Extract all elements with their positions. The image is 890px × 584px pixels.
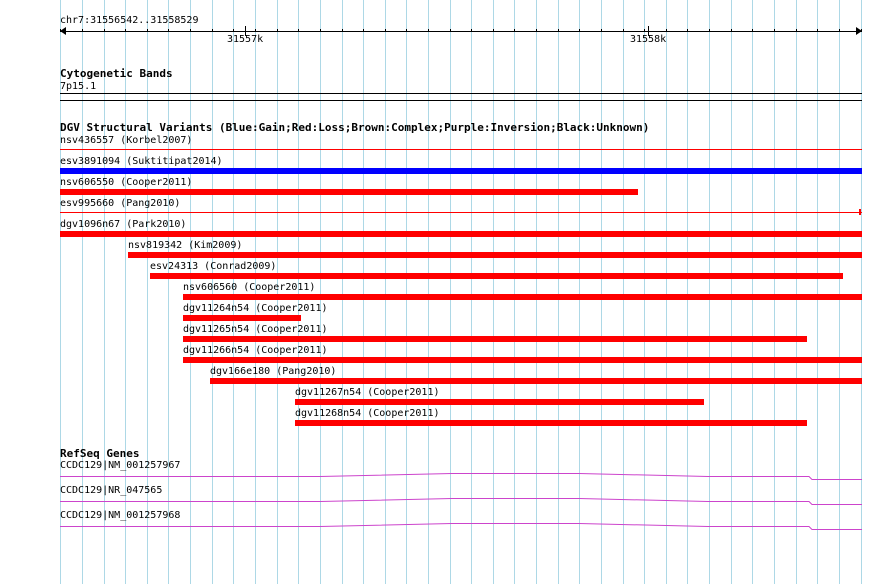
ruler-minor-tick bbox=[623, 29, 624, 32]
variant-bar[interactable] bbox=[128, 252, 862, 258]
ruler-minor-tick bbox=[450, 29, 451, 32]
ruler-minor-tick bbox=[687, 29, 688, 32]
variant-bar[interactable] bbox=[60, 212, 862, 213]
ruler-tick-label: 31557k bbox=[227, 34, 264, 45]
variant-bar[interactable] bbox=[183, 315, 301, 321]
variant-label[interactable]: nsv436557 (Korbel2007) bbox=[60, 135, 192, 147]
ruler-tick-label: 31558k bbox=[630, 34, 667, 45]
ruler-minor-tick bbox=[774, 29, 775, 32]
ruler-minor-tick bbox=[82, 29, 83, 32]
ruler-minor-tick bbox=[233, 29, 234, 32]
ruler-minor-tick bbox=[709, 29, 710, 32]
gene-label[interactable]: CCDC129|NM_001257967 bbox=[60, 460, 180, 472]
ruler-minor-tick bbox=[168, 29, 169, 32]
cytoband-line-top bbox=[60, 93, 862, 94]
variant-label[interactable]: nsv606560 (Cooper2011) bbox=[183, 282, 315, 294]
gene-model-line[interactable] bbox=[60, 498, 862, 505]
variant-bar[interactable] bbox=[183, 336, 807, 342]
ruler-minor-tick bbox=[428, 29, 429, 32]
variant-label[interactable]: dgv11265n54 (Cooper2011) bbox=[183, 324, 328, 336]
variant-label[interactable]: esv24313 (Conrad2009) bbox=[150, 261, 276, 273]
variant-bar[interactable] bbox=[60, 231, 862, 237]
ruler-minor-tick bbox=[731, 29, 732, 32]
gene-model-line[interactable] bbox=[60, 523, 862, 530]
variant-label[interactable]: dgv11268n54 (Cooper2011) bbox=[295, 408, 440, 420]
variant-label[interactable]: dgv166e180 (Pang2010) bbox=[210, 366, 336, 378]
variant-bar[interactable] bbox=[60, 189, 638, 195]
ruler-minor-tick bbox=[493, 29, 494, 32]
gene-label[interactable]: CCDC129|NR_047565 bbox=[60, 485, 162, 497]
ruler-minor-tick bbox=[752, 29, 753, 32]
ruler-minor-tick bbox=[839, 29, 840, 32]
variant-label[interactable]: nsv606550 (Cooper2011) bbox=[60, 177, 192, 189]
ruler-minor-tick bbox=[536, 29, 537, 32]
ruler-minor-tick bbox=[277, 29, 278, 32]
ruler-minor-tick bbox=[666, 29, 667, 32]
ruler-minor-tick bbox=[514, 29, 515, 32]
variant-label[interactable]: nsv819342 (Kim2009) bbox=[128, 240, 242, 252]
variant-bar[interactable] bbox=[150, 273, 843, 279]
dgv-track-title[interactable]: DGV Structural Variants (Blue:Gain;Red:L… bbox=[60, 121, 649, 134]
variant-bar[interactable] bbox=[183, 294, 862, 300]
location-label: chr7:31556542..31558529 bbox=[60, 15, 199, 26]
ruler-minor-tick bbox=[298, 29, 299, 32]
ruler-minor-tick bbox=[861, 29, 862, 32]
variant-label[interactable]: dgv1096n67 (Park2010) bbox=[60, 219, 186, 231]
ruler-minor-tick bbox=[579, 29, 580, 32]
ruler-minor-tick bbox=[320, 29, 321, 32]
cytoband-line-bottom bbox=[60, 100, 862, 101]
ruler-minor-tick bbox=[644, 29, 645, 32]
variant-label[interactable]: dgv11267n54 (Cooper2011) bbox=[295, 387, 440, 399]
ruler-minor-tick bbox=[104, 29, 105, 32]
cytoband-label: 7p15.1 bbox=[60, 81, 97, 92]
variant-label[interactable]: dgv11264n54 (Cooper2011) bbox=[183, 303, 328, 315]
variant-bar[interactable] bbox=[295, 399, 704, 405]
gene-label[interactable]: CCDC129|NM_001257968 bbox=[60, 510, 180, 522]
gene-model-line[interactable] bbox=[60, 473, 862, 480]
variant-bar[interactable] bbox=[295, 420, 807, 426]
variant-label[interactable]: dgv11266n54 (Cooper2011) bbox=[183, 345, 328, 357]
ruler-minor-tick bbox=[796, 29, 797, 32]
variant-bar[interactable] bbox=[210, 378, 862, 384]
ruler-minor-tick bbox=[60, 29, 61, 32]
variant-label[interactable]: esv3891094 (Suktitipat2014) bbox=[60, 156, 223, 168]
ruler-minor-tick bbox=[558, 29, 559, 32]
ruler-minor-tick bbox=[212, 29, 213, 32]
variant-end-cap bbox=[859, 209, 861, 215]
cytoband-track-title[interactable]: Cytogenetic Bands bbox=[60, 67, 173, 80]
ruler-minor-tick bbox=[147, 29, 148, 32]
variant-bar[interactable] bbox=[60, 149, 862, 150]
ruler-minor-tick bbox=[601, 29, 602, 32]
ruler-minor-tick bbox=[342, 29, 343, 32]
ruler-axis bbox=[60, 31, 862, 32]
ruler-minor-tick bbox=[190, 29, 191, 32]
ruler-minor-tick bbox=[817, 29, 818, 32]
ruler-minor-tick bbox=[406, 29, 407, 32]
ruler-minor-tick bbox=[385, 29, 386, 32]
variant-bar[interactable] bbox=[183, 357, 862, 363]
ruler-minor-tick bbox=[125, 29, 126, 32]
ruler-minor-tick bbox=[255, 29, 256, 32]
ruler-minor-tick bbox=[363, 29, 364, 32]
refseq-track-title[interactable]: RefSeq Genes bbox=[60, 447, 139, 460]
ruler-minor-tick bbox=[471, 29, 472, 32]
variant-bar[interactable] bbox=[60, 168, 862, 174]
variant-label[interactable]: esv995660 (Pang2010) bbox=[60, 198, 180, 210]
